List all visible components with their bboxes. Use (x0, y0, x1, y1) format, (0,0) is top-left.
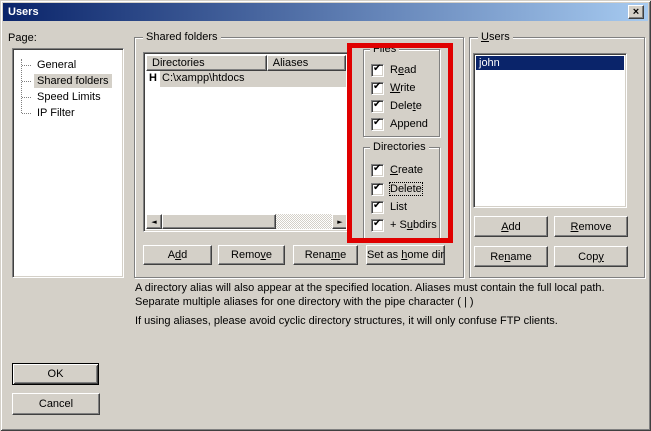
dirs-create-option[interactable]: ✔ Create (371, 163, 423, 177)
user-remove-button[interactable]: Remove (554, 216, 628, 237)
scroll-right-button[interactable]: ► (332, 214, 346, 229)
dirs-subdirs-option[interactable]: ✔ + Subdirs (371, 218, 437, 232)
files-read-option[interactable]: ✔ Read (371, 63, 416, 77)
files-group-label: Files (370, 43, 399, 55)
create-label: Create (390, 164, 423, 176)
tree-item-ip-filter[interactable]: IP Filter (15, 105, 121, 121)
write-label: Write (390, 82, 415, 94)
horizontal-scrollbar[interactable]: ◄ ► (146, 214, 346, 229)
alias-note-text: A directory alias will also appear at th… (135, 281, 650, 309)
tree-branch-line (22, 81, 31, 82)
page-tree[interactable]: General Shared folders Speed Limits IP F… (12, 48, 124, 278)
list-checkbox[interactable]: ✔ (371, 201, 384, 214)
tree-branch-line (22, 97, 31, 98)
files-permissions-group: Files ✔ Read ✔ Write ✔ Delete ✔ Append (363, 49, 440, 137)
user-add-button[interactable]: Add (474, 216, 548, 237)
dialog-title: Users (8, 6, 39, 18)
cyclic-note-text: If using aliases, please avoid cyclic di… (135, 314, 650, 328)
tree-item-shared-folders[interactable]: Shared folders (15, 73, 121, 89)
check-icon: ✔ (373, 218, 381, 229)
check-icon: ✔ (373, 117, 381, 128)
scroll-left-button[interactable]: ◄ (146, 214, 162, 229)
home-dir-marker: H (146, 71, 160, 87)
dirs-list-option[interactable]: ✔ List (371, 200, 407, 214)
files-delete-option[interactable]: ✔ Delete (371, 99, 422, 113)
scrollbar-thumb[interactable] (162, 214, 276, 229)
tree-item-general[interactable]: General (15, 57, 121, 73)
cancel-button[interactable]: Cancel (12, 393, 100, 415)
directories-group-label: Directories (370, 141, 429, 153)
column-header-directories[interactable]: Directories (146, 55, 267, 71)
tree-item-label[interactable]: IP Filter (34, 106, 78, 120)
close-icon: × (633, 7, 639, 17)
listview-header: Directories Aliases (146, 55, 346, 71)
tree-branch-line (22, 113, 31, 114)
list-label: List (390, 201, 407, 213)
title-bar[interactable]: Users (3, 3, 648, 21)
tree-item-label[interactable]: Speed Limits (34, 90, 104, 104)
check-icon: ✔ (373, 81, 381, 92)
page-label: Page: (8, 32, 37, 44)
check-icon: ✔ (373, 182, 381, 193)
subdirs-checkbox[interactable]: ✔ (371, 219, 384, 232)
shared-folders-group-label: Shared folders (143, 31, 221, 43)
dir-delete-label: Delete (390, 183, 422, 195)
check-icon: ✔ (373, 99, 381, 110)
delete-checkbox[interactable]: ✔ (371, 100, 384, 113)
directory-row[interactable]: H C:\xampp\htdocs (146, 71, 346, 87)
append-label: Append (390, 118, 428, 130)
subdirs-label: + Subdirs (390, 219, 437, 231)
check-icon: ✔ (373, 200, 381, 211)
users-group-label: Users (478, 31, 513, 43)
directories-permissions-group: Directories ✔ Create ✔ Delete ✔ List ✔ +… (363, 147, 440, 240)
create-checkbox[interactable]: ✔ (371, 164, 384, 177)
tree-item-label[interactable]: General (34, 58, 79, 72)
user-item-john[interactable]: john (476, 56, 624, 70)
delete-label: Delete (390, 100, 422, 112)
folder-remove-button[interactable]: Remove (218, 245, 285, 265)
dir-delete-checkbox[interactable]: ✔ (371, 183, 384, 196)
directory-path: C:\xampp\htdocs (162, 72, 245, 84)
files-append-option[interactable]: ✔ Append (371, 117, 428, 131)
set-as-home-dir-button[interactable]: Set as home dir (366, 245, 445, 265)
users-dialog: Users × Page: General Shared folders Spe… (0, 0, 651, 431)
dirs-delete-option[interactable]: ✔ Delete (371, 182, 422, 196)
check-icon: ✔ (373, 163, 381, 174)
user-copy-button[interactable]: Copy (554, 246, 628, 267)
read-label: Read (390, 64, 416, 76)
tree-branch-line (22, 65, 31, 66)
tree-item-speed-limits[interactable]: Speed Limits (15, 89, 121, 105)
column-header-aliases[interactable]: Aliases (267, 55, 346, 71)
ok-button[interactable]: OK (12, 363, 99, 385)
close-button[interactable]: × (628, 5, 644, 19)
append-checkbox[interactable]: ✔ (371, 118, 384, 131)
tree-item-label[interactable]: Shared folders (34, 74, 112, 88)
shared-folders-listview[interactable]: Directories Aliases H C:\xampp\htdocs ◄ … (143, 52, 349, 232)
read-checkbox[interactable]: ✔ (371, 64, 384, 77)
check-icon: ✔ (373, 63, 381, 74)
folder-add-button[interactable]: Add (143, 245, 212, 265)
folder-rename-button[interactable]: Rename (293, 245, 358, 265)
user-rename-button[interactable]: Rename (474, 246, 548, 267)
users-listbox[interactable]: john (473, 53, 627, 208)
scroll-right-icon: ► (337, 218, 342, 226)
write-checkbox[interactable]: ✔ (371, 82, 384, 95)
scroll-left-icon: ◄ (151, 218, 156, 226)
files-write-option[interactable]: ✔ Write (371, 81, 415, 95)
